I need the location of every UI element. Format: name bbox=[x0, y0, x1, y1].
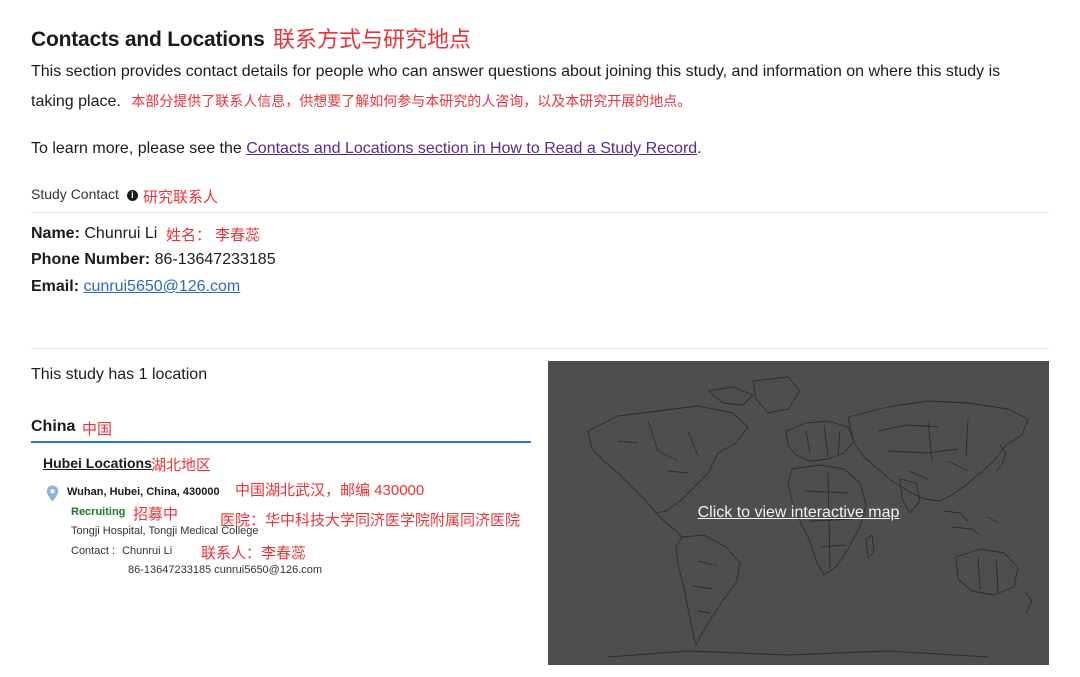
study-contact-translation: 研究联系人 bbox=[143, 189, 219, 206]
hospital-name: Tongji Hospital, Tongji Medical College bbox=[71, 525, 259, 537]
learn-more-prefix: To learn more, please see the bbox=[31, 140, 242, 157]
phone-value: 86-13647233185 bbox=[154, 251, 276, 268]
location-contact-label: Contact : bbox=[71, 545, 116, 557]
name-value: Chunrui Li bbox=[84, 225, 158, 242]
interactive-map[interactable]: Click to view interactive map bbox=[548, 361, 1049, 665]
view-interactive-map-link[interactable]: Click to view interactive map bbox=[548, 504, 1049, 522]
email-link[interactable]: cunrui5650@126.com bbox=[83, 278, 240, 295]
phone-label: Phone Number: bbox=[31, 251, 151, 268]
info-icon[interactable]: i bbox=[126, 190, 138, 201]
status-badge: Recruiting bbox=[71, 506, 126, 518]
location-contact-details: 86-13647233185 cunrui5650@126.com bbox=[128, 564, 323, 576]
section-description: This section provides contact details fo… bbox=[31, 63, 1001, 80]
location-contact-translation: 联系人：李春蕊 bbox=[201, 545, 307, 562]
contact-name-row: Name: Chunrui Li bbox=[31, 225, 157, 243]
name-label: Name: bbox=[31, 225, 80, 242]
location-contact-name: Chunrui Li bbox=[122, 545, 173, 557]
description-line2-text: taking place. bbox=[31, 93, 121, 110]
country-tab-underline bbox=[31, 441, 531, 443]
status-translation: 招募中 bbox=[133, 506, 179, 523]
hospital-translation: 医院：华中科技大学同济医学院附属同济医院 bbox=[220, 512, 521, 529]
city-translation: 中国湖北武汉，邮编 430000 bbox=[235, 482, 425, 499]
contact-email-row: Email: cunrui5650@126.com bbox=[31, 278, 240, 296]
section-description-line2: taking place. 本部分提供了联系人信息，供想要了解如何参与本研究的人… bbox=[31, 91, 691, 111]
section-title-translation: 联系方式与研究地点 bbox=[273, 27, 472, 52]
country-heading[interactable]: China bbox=[31, 418, 75, 436]
locations-divider bbox=[31, 348, 1049, 349]
country-translation: 中国 bbox=[82, 421, 113, 438]
contact-phone-row: Phone Number: 86-13647233185 bbox=[31, 251, 276, 269]
how-to-read-link[interactable]: Contacts and Locations section in How to… bbox=[246, 140, 697, 157]
contact-divider bbox=[31, 212, 1049, 213]
location-count: This study has 1 location bbox=[31, 366, 208, 383]
region-link[interactable]: Hubei Locations bbox=[43, 455, 152, 471]
name-translation: 姓名： 李春蕊 bbox=[166, 227, 261, 244]
study-contact-label: Study Contact bbox=[31, 186, 119, 202]
description-translation: 本部分提供了联系人信息，供想要了解如何参与本研究的人咨询，以及本研究开展的地点。 bbox=[131, 93, 692, 109]
region-translation: 湖北地区 bbox=[151, 457, 212, 474]
location-contact-row: Contact : Chunrui Li bbox=[71, 545, 172, 557]
email-label: Email: bbox=[31, 278, 80, 295]
map-pin-icon bbox=[46, 485, 59, 502]
learn-more-line: To learn more, please see the Contacts a… bbox=[31, 140, 702, 158]
section-title: Contacts and Locations bbox=[31, 28, 265, 51]
city-address: Wuhan, Hubei, China, 430000 bbox=[67, 486, 220, 498]
learn-more-suffix: . bbox=[697, 140, 702, 157]
study-contact-heading: Study Contact i bbox=[31, 186, 138, 202]
